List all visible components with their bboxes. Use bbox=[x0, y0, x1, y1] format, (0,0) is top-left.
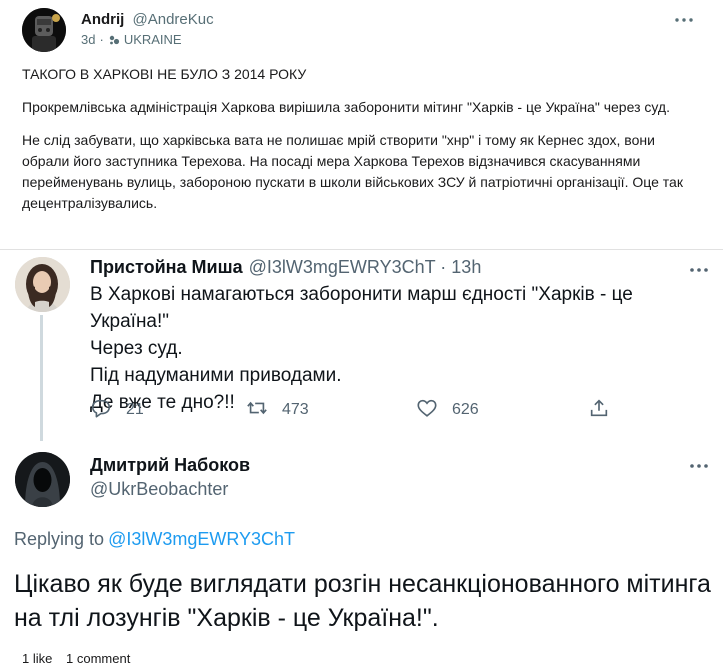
community-icon bbox=[108, 34, 120, 46]
tweet-text: В Харкові намагаються заборонити марш єд… bbox=[90, 281, 710, 416]
author-name[interactable]: Andrij bbox=[81, 11, 124, 28]
more-icon[interactable] bbox=[672, 8, 696, 32]
post-paragraph: Прокремлівська адміністрація Харкова вир… bbox=[22, 99, 670, 115]
likes-count[interactable]: 1 like bbox=[22, 651, 52, 666]
like-count: 626 bbox=[452, 401, 479, 418]
avatar[interactable] bbox=[15, 452, 70, 507]
tweet-line: Через суд. bbox=[90, 338, 183, 359]
replying-to: Replying to @I3lW3mgEWRY3ChT bbox=[14, 529, 295, 550]
tweet-line: В Харкові намагаються заборонити марш єд… bbox=[90, 284, 633, 332]
post-body: ТАКОГО В ХАРКОВІ НЕ БУЛО З 2014 РОКУ Про… bbox=[22, 64, 702, 226]
more-icon[interactable] bbox=[688, 455, 710, 477]
reply-author-handle[interactable]: @UkrBeobachter bbox=[90, 479, 228, 500]
share-button[interactable] bbox=[588, 397, 610, 423]
retweet-button[interactable]: 473 bbox=[246, 397, 309, 423]
author-avatar[interactable] bbox=[22, 8, 66, 52]
reply-author-name[interactable]: Дмитрий Набоков bbox=[90, 455, 250, 476]
more-icon[interactable] bbox=[688, 259, 710, 281]
replying-handle-link[interactable]: @I3lW3mgEWRY3ChT bbox=[108, 529, 295, 549]
tweet-line: Під надуманими приводами. bbox=[90, 365, 342, 386]
reply-bubble-icon bbox=[90, 397, 112, 424]
replying-label: Replying to bbox=[14, 529, 105, 549]
post-meta: 3d · UKRAINE bbox=[81, 32, 182, 47]
reply-text: Цікаво як буде виглядати розгін несанкці… bbox=[14, 570, 711, 632]
post-author[interactable]: Andrij @AndreKuc bbox=[81, 11, 214, 28]
tweet-author-name[interactable]: Пристойна Миша bbox=[90, 257, 243, 277]
thread-line bbox=[40, 315, 43, 441]
flair-label[interactable]: UKRAINE bbox=[124, 32, 182, 47]
post-paragraph: ТАКОГО В ХАРКОВІ НЕ БУЛО З 2014 РОКУ bbox=[22, 66, 307, 82]
post-paragraph: Не слід забувати, що харківська вата не … bbox=[22, 132, 683, 211]
heart-icon bbox=[416, 397, 438, 424]
share-icon bbox=[588, 397, 610, 424]
divider bbox=[0, 249, 723, 250]
tweet-actions: 21 473 626 bbox=[90, 397, 620, 423]
tweet-separator: · bbox=[440, 257, 447, 277]
avatar[interactable] bbox=[15, 257, 70, 312]
like-button[interactable]: 626 bbox=[416, 397, 479, 423]
tweet-header: Пристойна Миша @I3lW3mgEWRY3ChT · 13h bbox=[90, 257, 481, 278]
reply-count: 21 bbox=[126, 401, 144, 418]
post-age: 3d bbox=[81, 32, 96, 47]
retweet-count: 473 bbox=[282, 401, 309, 418]
reply-button[interactable]: 21 bbox=[90, 397, 144, 423]
tweet-time[interactable]: 13h bbox=[451, 257, 481, 277]
post-header: Andrij @AndreKuc 3d · UKRAINE bbox=[22, 8, 712, 52]
tweet-author-handle[interactable]: @I3lW3mgEWRY3ChT bbox=[249, 257, 436, 277]
retweet-icon bbox=[246, 397, 268, 424]
post-footer: 1 like 1 comment bbox=[0, 644, 723, 671]
meta-separator: · bbox=[99, 32, 104, 47]
author-handle[interactable]: @AndreKuc bbox=[133, 11, 214, 28]
comments-count[interactable]: 1 comment bbox=[66, 651, 130, 666]
tweet-screenshot: Пристойна Миша @I3lW3mgEWRY3ChT · 13h В Х… bbox=[0, 249, 723, 671]
